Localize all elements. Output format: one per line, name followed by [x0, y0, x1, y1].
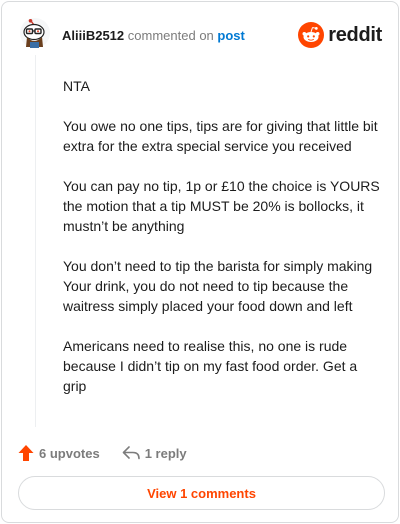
upvote-button[interactable]: 6 upvotes: [18, 444, 100, 462]
snoo-avatar-icon: [20, 18, 50, 48]
commented-on-text: commented on: [127, 28, 214, 43]
comment-body: NTA You owe no one tips, tips are for gi…: [63, 76, 383, 416]
comment-actions: 6 upvotes 1 reply: [18, 443, 187, 463]
post-link[interactable]: post: [217, 28, 244, 43]
upvote-arrow-icon: [18, 445, 34, 461]
username-link[interactable]: AliiiB2512: [62, 28, 124, 43]
comment-paragraph: You owe no one tips, tips are for giving…: [63, 118, 378, 154]
user-avatar[interactable]: [20, 18, 50, 48]
reddit-snoo-icon: [298, 22, 325, 48]
view-comments-button[interactable]: View 1 comments: [18, 476, 385, 510]
comment-paragraph: Americans need to realise this, no one i…: [63, 338, 358, 394]
reply-arrow-icon: [122, 446, 140, 460]
comment-paragraph: NTA: [63, 78, 90, 94]
reply-count: 1 reply: [144, 445, 187, 461]
reply-button[interactable]: 1 reply: [122, 445, 187, 461]
reddit-wordmark: reddit: [328, 23, 382, 46]
comment-paragraph: You don’t need to tip the barista for si…: [63, 258, 373, 314]
thread-line: [35, 55, 36, 427]
upvote-count: 6 upvotes: [39, 445, 100, 461]
comment-card: AliiiB2512 commented on post reddit NTA …: [1, 1, 399, 523]
comment-paragraph: You can pay no tip, 1p or £10 the choice…: [63, 178, 380, 234]
comment-meta: AliiiB2512 commented on post: [62, 28, 245, 43]
reddit-logo[interactable]: reddit: [298, 22, 382, 48]
comment-header: AliiiB2512 commented on post reddit: [18, 16, 384, 52]
